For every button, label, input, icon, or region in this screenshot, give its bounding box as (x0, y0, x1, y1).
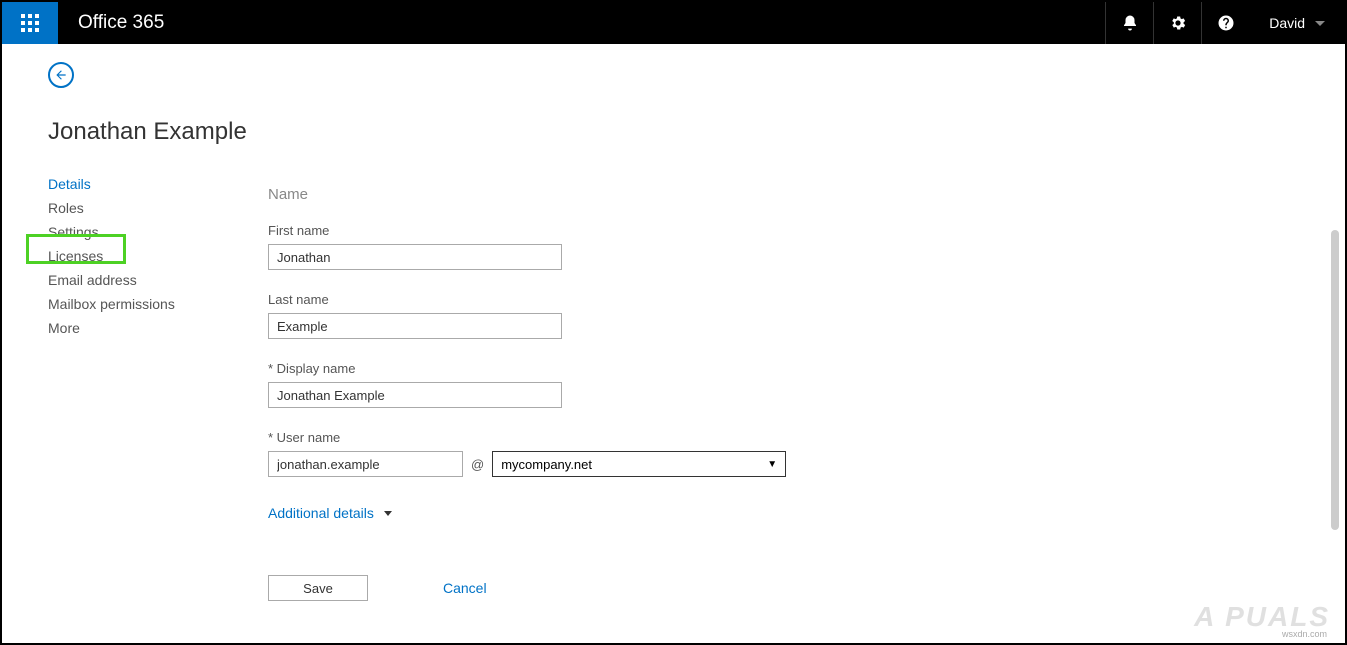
spacer (164, 2, 1105, 44)
at-symbol: @ (471, 457, 484, 472)
back-button[interactable] (48, 62, 74, 88)
field-last-name: Last name (268, 292, 1345, 339)
side-nav: Details Roles Settings Licenses Email ad… (48, 174, 208, 601)
content-area: Jonathan Example Details Roles Settings … (2, 44, 1345, 643)
additional-details-toggle[interactable]: Additional details (268, 505, 392, 521)
domain-select-value: mycompany.net (501, 457, 592, 472)
display-name-label: * Display name (268, 361, 1345, 376)
sidenav-item-details[interactable]: Details (48, 174, 208, 194)
first-name-input[interactable] (268, 244, 562, 270)
last-name-label: Last name (268, 292, 1345, 307)
page-title: Jonathan Example (48, 118, 1345, 146)
sidenav-item-licenses[interactable]: Licenses (48, 246, 208, 266)
user-name-label: * User name (268, 430, 1345, 445)
chevron-down-icon (384, 511, 392, 516)
settings-button[interactable] (1153, 2, 1201, 44)
notifications-button[interactable] (1105, 2, 1153, 44)
field-display-name: * Display name (268, 361, 1345, 408)
app-launcher-button[interactable] (2, 2, 58, 44)
user-name-label: David (1269, 15, 1305, 31)
bell-icon (1121, 14, 1139, 32)
help-icon (1217, 14, 1235, 32)
waffle-icon (21, 14, 39, 32)
field-user-name: * User name @ mycompany.net ▼ (268, 430, 1345, 477)
form-panel: Name First name Last name * Display name… (268, 174, 1345, 601)
field-first-name: First name (268, 223, 1345, 270)
scrollbar[interactable] (1331, 230, 1339, 578)
user-menu[interactable]: David (1249, 2, 1345, 44)
save-button[interactable]: Save (268, 575, 368, 601)
sidenav-item-settings[interactable]: Settings (48, 222, 208, 242)
chevron-down-icon: ▼ (767, 459, 777, 470)
sidenav-item-email-address[interactable]: Email address (48, 270, 208, 290)
help-button[interactable] (1201, 2, 1249, 44)
sidenav-item-roles[interactable]: Roles (48, 198, 208, 218)
section-header-name: Name (268, 186, 1345, 203)
watermark-source: wsxdn.com (1282, 629, 1327, 639)
cancel-button[interactable]: Cancel (443, 580, 487, 596)
chevron-down-icon (1315, 21, 1325, 26)
display-name-input[interactable] (268, 382, 562, 408)
action-row: Save Cancel (268, 575, 1345, 601)
sidenav-item-mailbox-permissions[interactable]: Mailbox permissions (48, 294, 208, 314)
first-name-label: First name (268, 223, 1345, 238)
last-name-input[interactable] (268, 313, 562, 339)
gear-icon (1169, 14, 1187, 32)
user-name-input[interactable] (268, 451, 463, 477)
brand-title: Office 365 (58, 2, 164, 44)
scrollbar-thumb[interactable] (1331, 230, 1339, 530)
arrow-left-icon (54, 68, 68, 82)
additional-details-label: Additional details (268, 505, 374, 521)
domain-select[interactable]: mycompany.net ▼ (492, 451, 786, 477)
top-bar: Office 365 David (2, 2, 1345, 44)
sidenav-item-more[interactable]: More (48, 318, 208, 338)
